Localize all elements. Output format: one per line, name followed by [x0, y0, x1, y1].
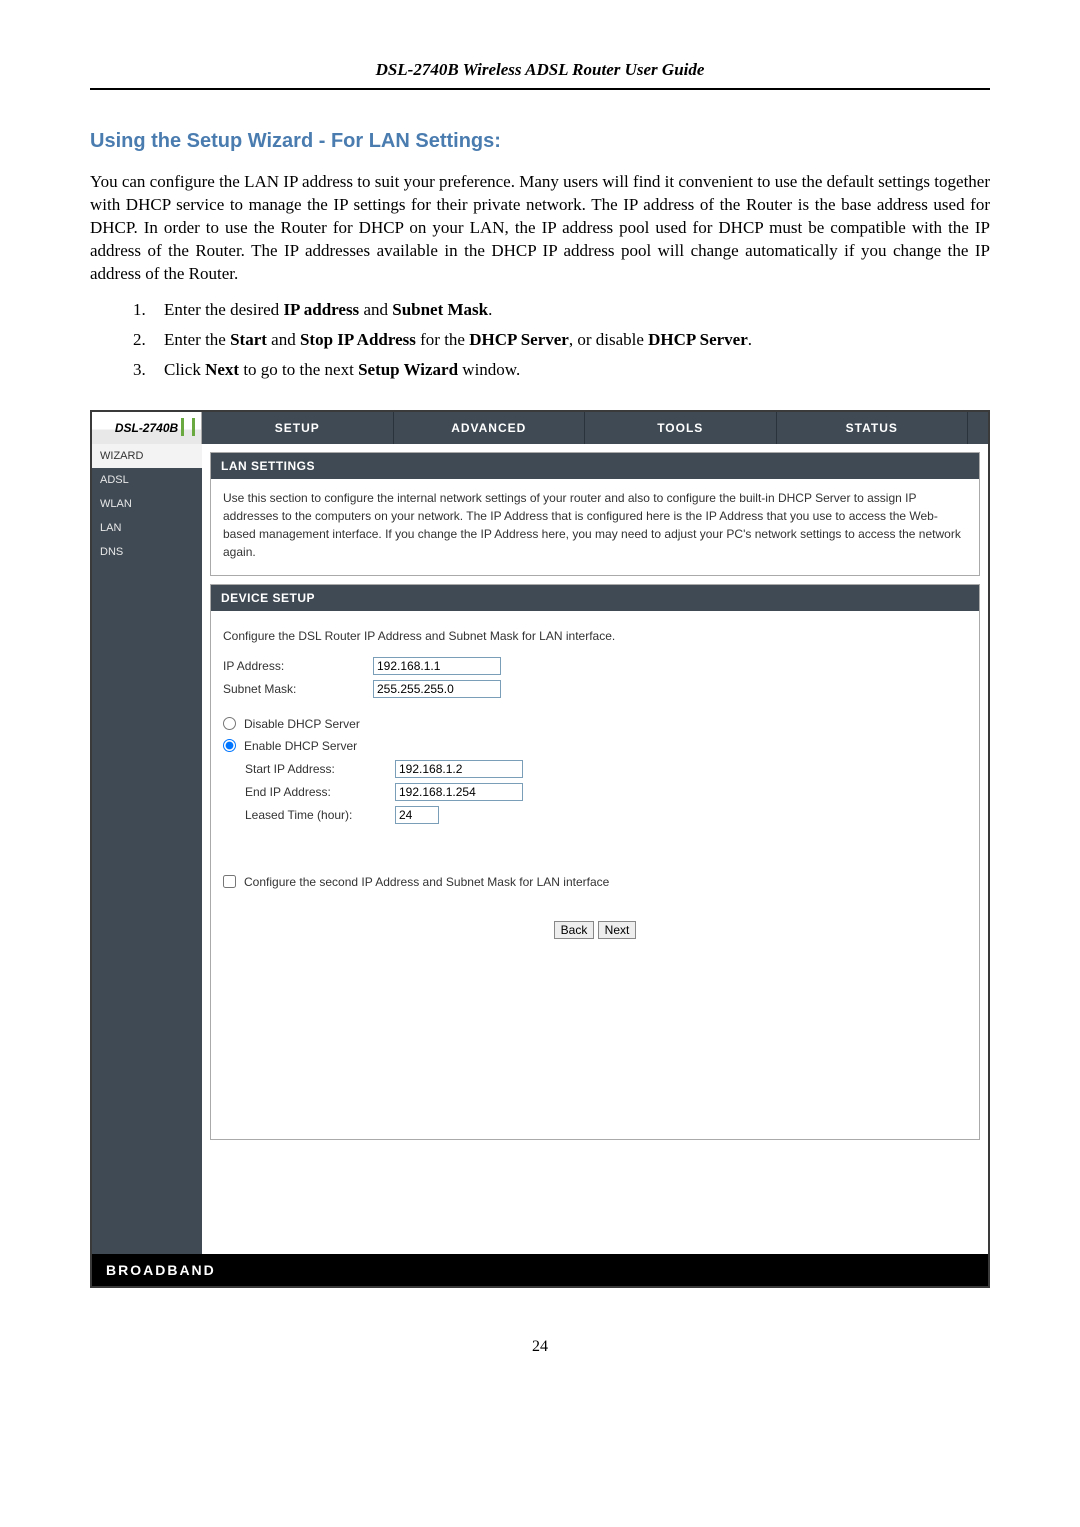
tab-status[interactable]: STATUS: [777, 412, 969, 444]
panel-body-device: Configure the DSL Router IP Address and …: [211, 611, 979, 1139]
tab-advanced[interactable]: ADVANCED: [394, 412, 586, 444]
step-1: Enter the desired IP address and Subnet …: [150, 300, 990, 320]
disable-dhcp-radio[interactable]: [223, 717, 236, 730]
sidebar-item-wlan[interactable]: WLAN: [92, 492, 202, 516]
router-main: LAN SETTINGS Use this section to configu…: [202, 444, 988, 1254]
router-footer: BROADBAND: [92, 1254, 988, 1286]
step-2: Enter the Start and Stop IP Address for …: [150, 330, 990, 350]
lease-time-label: Leased Time (hour):: [245, 806, 395, 824]
router-logo: DSL-2740B: [92, 412, 202, 444]
router-header: DSL-2740B SETUP ADVANCED TOOLS STATUS: [92, 412, 988, 444]
panel-device-setup: DEVICE SETUP Configure the DSL Router IP…: [210, 584, 980, 1140]
router-tabs: SETUP ADVANCED TOOLS STATUS: [202, 412, 988, 444]
document-header: DSL-2740B Wireless ADSL Router User Guid…: [90, 60, 990, 90]
enable-dhcp-radio[interactable]: [223, 739, 236, 752]
panel-lan-settings: LAN SETTINGS Use this section to configu…: [210, 452, 980, 576]
sidebar-item-dns[interactable]: DNS: [92, 540, 202, 564]
steps-list: Enter the desired IP address and Subnet …: [150, 300, 990, 380]
panel-title-device: DEVICE SETUP: [211, 585, 979, 611]
next-button[interactable]: Next: [598, 921, 637, 939]
ip-address-label: IP Address:: [223, 657, 373, 675]
tab-tools[interactable]: TOOLS: [585, 412, 777, 444]
subnet-mask-label: Subnet Mask:: [223, 680, 373, 698]
second-ip-checkbox[interactable]: [223, 875, 236, 888]
end-ip-label: End IP Address:: [245, 783, 395, 801]
end-ip-input[interactable]: [395, 783, 523, 801]
disable-dhcp-label: Disable DHCP Server: [244, 715, 360, 733]
start-ip-label: Start IP Address:: [245, 760, 395, 778]
step-3: Click Next to go to the next Setup Wizar…: [150, 360, 990, 380]
tab-end: [968, 412, 988, 444]
intro-paragraph: You can configure the LAN IP address to …: [90, 171, 990, 286]
back-button[interactable]: Back: [554, 921, 595, 939]
ip-address-input[interactable]: [373, 657, 501, 675]
sidebar-item-wizard[interactable]: WIZARD: [92, 444, 202, 468]
sidebar: WIZARD ADSL WLAN LAN DNS: [92, 444, 202, 1254]
lease-time-input[interactable]: [395, 806, 439, 824]
sidebar-item-adsl[interactable]: ADSL: [92, 468, 202, 492]
start-ip-input[interactable]: [395, 760, 523, 778]
enable-dhcp-label: Enable DHCP Server: [244, 737, 357, 755]
sidebar-item-lan[interactable]: LAN: [92, 516, 202, 540]
subnet-mask-input[interactable]: [373, 680, 501, 698]
router-screenshot: DSL-2740B SETUP ADVANCED TOOLS STATUS WI…: [90, 410, 990, 1288]
panel-body-lan: Use this section to configure the intern…: [211, 479, 979, 575]
panel-title-lan: LAN SETTINGS: [211, 453, 979, 479]
second-ip-label: Configure the second IP Address and Subn…: [244, 873, 609, 891]
page-number: 24: [90, 1338, 990, 1356]
tab-setup[interactable]: SETUP: [202, 412, 394, 444]
section-title: Using the Setup Wizard - For LAN Setting…: [90, 130, 990, 153]
device-desc: Configure the DSL Router IP Address and …: [223, 627, 967, 645]
